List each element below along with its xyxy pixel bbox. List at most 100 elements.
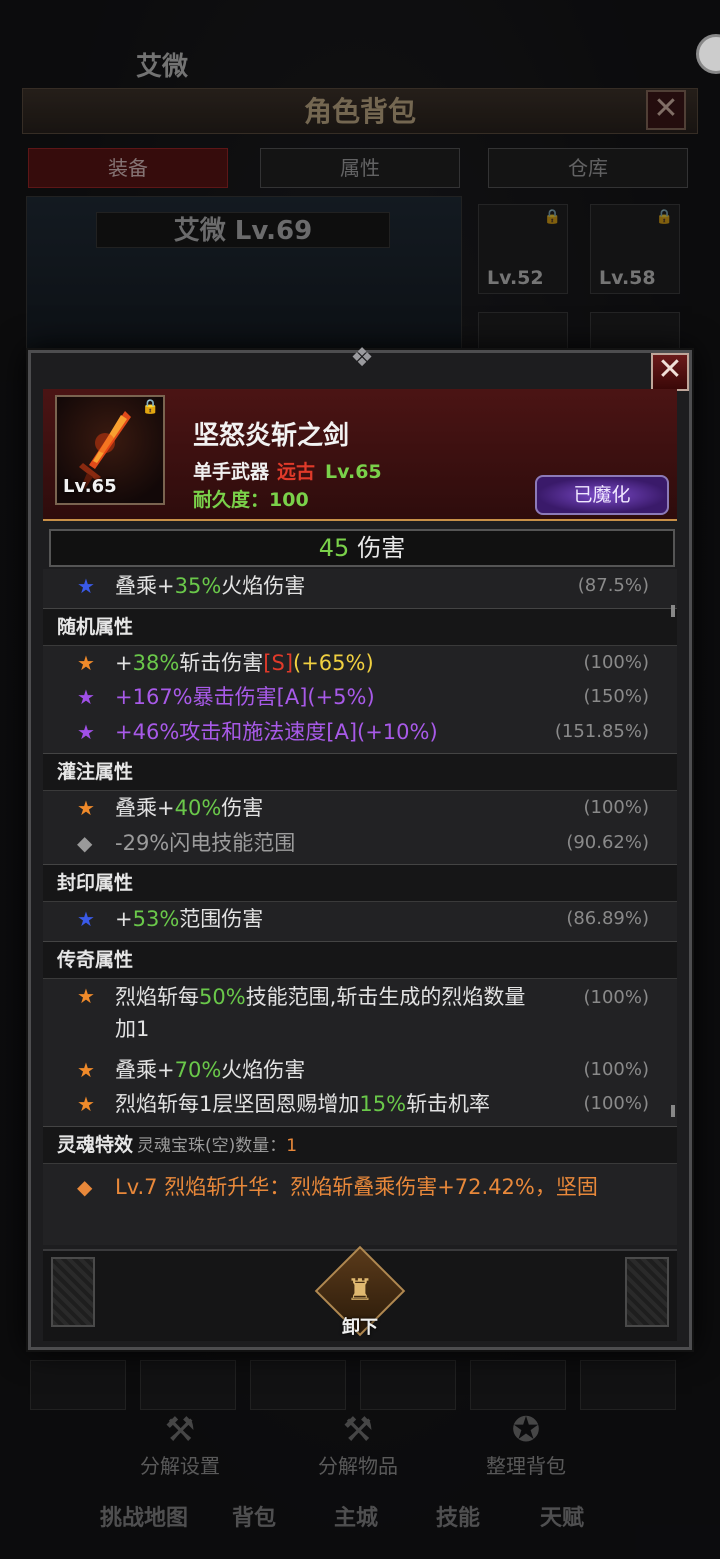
item-durability: 耐久度：100 <box>193 489 309 511</box>
armor-icon: ♜ <box>346 1273 374 1308</box>
orange-diamond-icon: ◆ <box>77 1174 93 1199</box>
damage-value: 45 <box>318 534 350 562</box>
stat-text: +46%攻击和施法速度[A](+10%) <box>115 719 438 744</box>
stat-value: 35% <box>174 574 222 598</box>
stat-bonus: (+65%) <box>293 650 374 675</box>
item-header: 🔒 Lv.65 坚怒炎斩之剑 单手武器 远古 Lv.65 耐久度：100 已魔化 <box>43 389 677 521</box>
stat-percent: (87.5%) <box>577 575 649 596</box>
attribute-row: ★ 烈焰斩每1层坚固恩赐增加15%斩击机率 (100%) <box>43 1087 677 1122</box>
orange-star-icon: ★ <box>77 983 95 1008</box>
attribute-list[interactable]: ★ 叠乘+35%火焰伤害 (87.5%) 随机属性 ★ +38%斩击伤害[S](… <box>43 569 677 1245</box>
stat-text: Lv.7 烈焰斩升华：烈焰斩叠乘伤害+72.42%，坚固 <box>115 1174 598 1199</box>
purple-star-icon: ★ <box>77 685 95 709</box>
equipment-slot[interactable] <box>590 312 680 352</box>
salvage-settings-button[interactable]: ⚒ 分解设置 <box>110 1410 250 1479</box>
action-label: 分解设置 <box>140 1454 220 1478</box>
attribute-row: ◆ Lv.7 烈焰斩升华：烈焰斩叠乘伤害+72.42%，坚固 <box>43 1170 677 1205</box>
inventory-slot[interactable] <box>360 1360 456 1410</box>
orange-star-icon: ★ <box>77 796 95 820</box>
soul-orb-count: 1 <box>286 1135 298 1156</box>
inventory-slot[interactable] <box>140 1360 236 1410</box>
scrollbar-thumb[interactable] <box>671 605 675 617</box>
section-infuse-attributes: 灌注属性 <box>43 753 677 791</box>
unequip-button[interactable]: ♜ 卸下 <box>314 1245 406 1338</box>
inventory-slot[interactable] <box>580 1360 676 1410</box>
sort-bag-button[interactable]: ✪ 整理背包 <box>456 1410 596 1479</box>
anvil-icon: ⚒ <box>342 1410 374 1450</box>
enchanted-button[interactable]: 已魔化 <box>535 475 669 515</box>
lock-icon: 🔒 <box>655 209 673 225</box>
tab-equipment[interactable]: 装备 <box>28 148 228 188</box>
item-detail-modal: ❖ ✕ 🔒 Lv.65 坚怒炎斩之剑 单手武器 远古 Lv.65 耐久度：100 已… <box>28 343 692 1350</box>
slot-level: Lv.58 <box>599 267 656 289</box>
inventory-slot[interactable] <box>470 1360 566 1410</box>
item-level: Lv.65 <box>325 461 382 483</box>
section-legendary-attributes: 传奇属性 <box>43 940 677 979</box>
orange-star-icon: ★ <box>77 650 95 675</box>
salvage-items-button[interactable]: ⚒ 分解物品 <box>288 1410 428 1479</box>
damage-label: 伤害 <box>357 534 406 562</box>
close-button[interactable]: ✕ <box>651 353 689 391</box>
nav-bag[interactable]: 背包 <box>232 1500 276 1532</box>
stat-text: -29%闪电技能范围 <box>115 830 296 855</box>
item-name: 坚怒炎斩之剑 <box>193 421 350 451</box>
soul-orb-note: 灵魂宝珠(空)数量：1 <box>137 1136 297 1156</box>
stat-text: 斩击伤害 <box>179 650 264 675</box>
stat-text: 伤害 <box>221 796 264 820</box>
stat-text: 烈焰斩每1层坚固恩赐增加 <box>115 1092 360 1116</box>
modal-footer: ♜ 卸下 <box>43 1245 677 1341</box>
inventory-slot[interactable] <box>30 1360 126 1410</box>
equipment-slot[interactable]: 🔒 Lv.58 <box>590 204 680 294</box>
equipment-slot[interactable] <box>478 312 568 352</box>
stat-text: 火焰伤害 <box>221 1057 306 1082</box>
stat-percent: (100%) <box>583 651 649 673</box>
nav-challenge-map[interactable]: 挑战地图 <box>100 1500 188 1532</box>
attribute-row: ★ 叠乘+40%伤害 (100%) <box>43 791 677 826</box>
tab-attributes[interactable]: 属性 <box>260 148 460 188</box>
soul-orb-label: 灵魂宝珠(空)数量： <box>137 1135 287 1156</box>
section-random-attributes: 随机属性 <box>43 607 677 646</box>
lock-icon: 🔒 <box>141 399 159 415</box>
orange-star-icon: ★ <box>77 1057 95 1082</box>
item-icon[interactable]: 🔒 Lv.65 <box>55 395 165 505</box>
nav-talent[interactable]: 天赋 <box>540 1500 584 1532</box>
tab-warehouse[interactable]: 仓库 <box>488 148 688 188</box>
base-stat-row: ★ 叠乘+35%火焰伤害 (87.5%) <box>43 569 677 604</box>
equipment-slot[interactable]: 🔒 Lv.52 <box>478 204 568 294</box>
attribute-row: ★ 叠乘+70%火焰伤害 (100%) <box>43 1053 677 1088</box>
attribute-row: ★ +38%斩击伤害[S](+65%) (100%) <box>43 646 677 681</box>
character-name: 艾微 Lv.69 <box>96 212 390 248</box>
stat-text: 火焰伤害 <box>221 574 306 598</box>
ornament-icon: ❖ <box>350 343 376 373</box>
inventory-slot[interactable] <box>250 1360 346 1410</box>
section-title: 灵魂特效 <box>57 1133 134 1156</box>
unequip-label: 卸下 <box>342 1317 378 1338</box>
gray-diamond-icon: ◆ <box>77 830 93 855</box>
section-seal-attributes: 封印属性 <box>43 864 677 902</box>
stat-text: 叠乘+ <box>115 1057 175 1082</box>
nav-main-city[interactable]: 主城 <box>334 1500 378 1532</box>
slot-level: Lv.52 <box>487 267 544 289</box>
stat-value: 70% <box>174 1057 222 1082</box>
blue-star-icon: ★ <box>77 574 95 598</box>
stat-text: + <box>115 650 133 675</box>
inventory-title: 角色背包 <box>22 88 698 134</box>
attribute-row: ★ +53%范围伤害 (86.89%) <box>43 902 677 937</box>
stat-value: 40% <box>174 796 222 820</box>
nav-skills[interactable]: 技能 <box>436 1500 480 1532</box>
inventory-close-button[interactable]: ✕ <box>646 90 686 130</box>
stat-value: 15% <box>359 1092 407 1116</box>
top-player-name: 艾微 <box>136 52 189 82</box>
anvil-icon: ⚒ <box>164 1410 196 1450</box>
attribute-row: ◆ -29%闪电技能范围 (90.62%) <box>43 826 677 861</box>
stat-text: 叠乘+ <box>115 796 175 820</box>
stat-text: 斩击机率 <box>406 1092 491 1116</box>
stat-percent: (151.85%) <box>554 720 649 742</box>
ornament-icon <box>625 1257 669 1327</box>
attribute-row: ★ 烈焰斩每50%技能范围,斩击生成的烈焰数量加1 (100%) <box>43 979 677 1053</box>
lock-icon: 🔒 <box>543 209 561 225</box>
stat-text: 范围伤害 <box>179 907 264 931</box>
stat-grade: [S] <box>263 650 294 675</box>
stat-text: 叠乘+ <box>115 574 175 598</box>
orange-star-icon: ★ <box>77 1092 95 1116</box>
